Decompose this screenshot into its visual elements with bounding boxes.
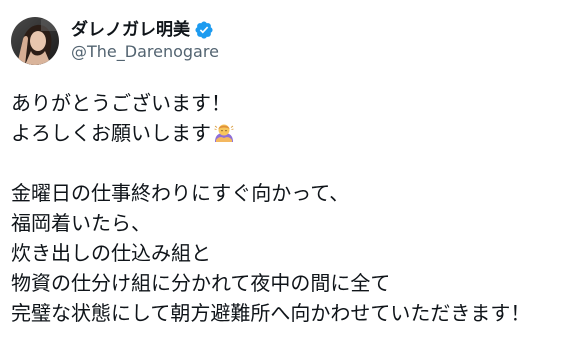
- person-bowing-emoji-icon: [212, 120, 236, 144]
- author-names: ダレノガレ明美 @The_Darenogare: [71, 19, 219, 63]
- tweet-line: 炊き出しの仕込み組と: [11, 241, 211, 265]
- display-name[interactable]: ダレノガレ明美: [71, 19, 190, 41]
- tweet-header: ダレノガレ明美 @The_Darenogare: [11, 12, 219, 70]
- avatar-photo: [11, 17, 59, 65]
- display-name-row[interactable]: ダレノガレ明美: [71, 19, 219, 41]
- tweet-line-text: よろしくお願いします: [11, 121, 211, 145]
- avatar[interactable]: [11, 17, 59, 65]
- tweet-line: 完璧な状態にして朝方避難所へ向かわせていただきます！: [11, 301, 531, 325]
- tweet-line-with-emoji: よろしくお願いします: [11, 118, 571, 148]
- tweet-line: 物資の仕分け組に分かれて夜中の間に全て: [11, 271, 391, 295]
- tweet: ダレノガレ明美 @The_Darenogare ありがとうございます！ よろしく…: [0, 0, 580, 351]
- tweet-line: ありがとうございます！: [11, 91, 231, 115]
- tweet-text: ありがとうございます！ よろしくお願いします 金曜日の仕事終わりにすぐ向かって、…: [11, 88, 571, 328]
- tweet-line: 福岡着いたら、: [11, 211, 151, 235]
- verified-badge-icon: [194, 20, 214, 40]
- tweet-line: 金曜日の仕事終わりにすぐ向かって、: [11, 181, 350, 205]
- user-handle[interactable]: @The_Darenogare: [71, 41, 219, 63]
